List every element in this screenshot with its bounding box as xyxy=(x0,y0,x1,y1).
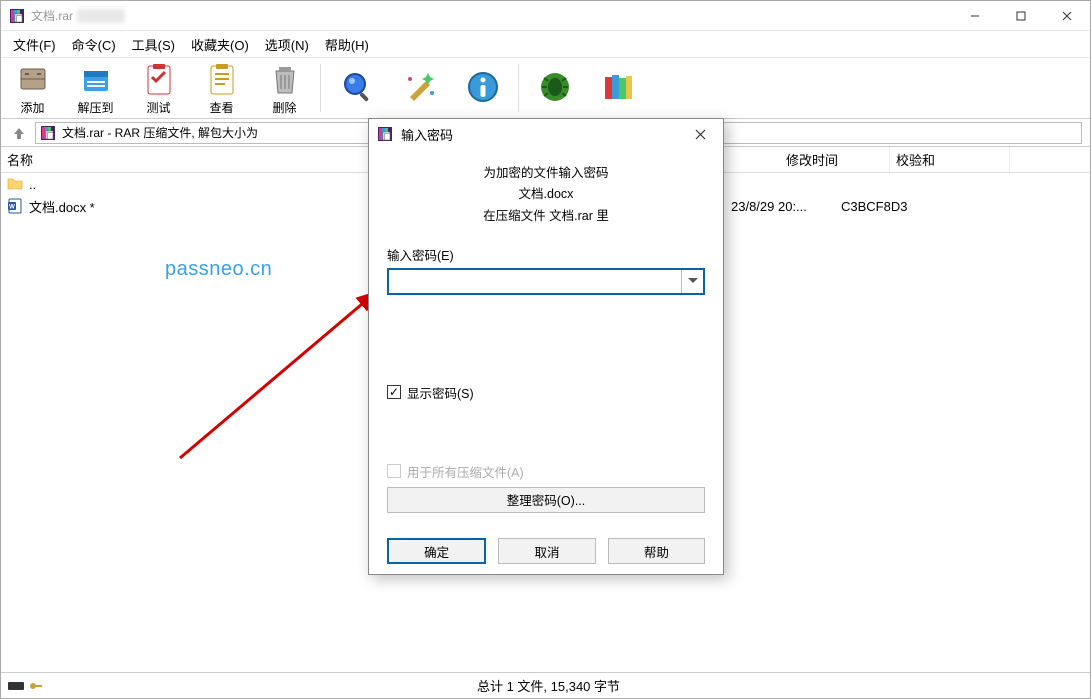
view-icon xyxy=(204,61,240,97)
file-modified: 23/8/29 20:... xyxy=(731,199,807,214)
window-title: 文档.rar xyxy=(31,7,73,24)
password-dropdown-button[interactable] xyxy=(681,270,703,293)
tool-info[interactable] xyxy=(451,57,514,119)
title-blurred xyxy=(77,9,125,23)
tool-view[interactable]: 查看 xyxy=(190,57,253,119)
show-password-label: 显示密码(S) xyxy=(407,383,474,402)
info-icon xyxy=(465,69,501,105)
tool-extract[interactable]: 解压到 xyxy=(64,57,127,119)
tool-comment[interactable] xyxy=(586,57,649,119)
delete-icon xyxy=(267,61,303,97)
dialog-title: 输入密码 xyxy=(401,125,685,144)
all-archives-checkbox: 用于所有压缩文件(A) xyxy=(387,462,705,481)
toolbar-separator xyxy=(320,64,321,112)
dialog-message: 为加密的文件输入密码 文档.docx 在压缩文件 文档.rar 里 xyxy=(387,163,705,227)
checkbox-box: ✓ xyxy=(387,385,401,399)
wizard-icon xyxy=(402,69,438,105)
show-password-checkbox[interactable]: ✓ 显示密码(S) xyxy=(387,383,705,402)
password-label: 输入密码(E) xyxy=(387,245,705,264)
tool-add[interactable]: 添加 xyxy=(1,57,64,119)
status-bar: 总计 1 文件, 15,340 字节 xyxy=(1,672,1090,698)
scan-icon xyxy=(537,69,573,105)
menu-file[interactable]: 文件(F) xyxy=(5,32,64,57)
toolbar-separator xyxy=(518,64,519,112)
minimize-button[interactable] xyxy=(952,1,998,31)
titlebar: 文档.rar xyxy=(1,1,1090,31)
up-button[interactable] xyxy=(9,123,29,143)
all-archives-label: 用于所有压缩文件(A) xyxy=(407,462,524,481)
find-icon xyxy=(339,69,375,105)
tool-view-label: 查看 xyxy=(209,99,233,116)
tool-test-label: 测试 xyxy=(146,99,170,116)
dialog-msg-line3: 在压缩文件 文档.rar 里 xyxy=(387,206,705,227)
docx-icon xyxy=(7,198,23,214)
app-icon xyxy=(377,126,393,142)
close-button[interactable] xyxy=(1044,1,1090,31)
help-button[interactable]: 帮助 xyxy=(608,538,705,564)
menu-tools[interactable]: 工具(S) xyxy=(124,32,183,57)
dialog-msg-line2: 文档.docx xyxy=(387,184,705,205)
menu-options[interactable]: 选项(N) xyxy=(257,32,317,57)
tool-test[interactable]: 测试 xyxy=(127,57,190,119)
dialog-close-button[interactable] xyxy=(685,119,715,149)
cancel-button[interactable]: 取消 xyxy=(498,538,595,564)
add-icon xyxy=(15,61,51,97)
maximize-button[interactable] xyxy=(998,1,1044,31)
tool-find[interactable] xyxy=(325,57,388,119)
dialog-titlebar: 输入密码 xyxy=(369,119,723,149)
app-icon xyxy=(9,8,25,24)
menubar: 文件(F) 命令(C) 工具(S) 收藏夹(O) 选项(N) 帮助(H) xyxy=(1,31,1090,57)
tool-extract-label: 解压到 xyxy=(77,99,113,116)
col-modified[interactable]: 修改时间 xyxy=(780,147,890,172)
tool-delete[interactable]: 删除 xyxy=(253,57,316,119)
col-crc[interactable]: 校验和 xyxy=(890,147,1010,172)
menu-help[interactable]: 帮助(H) xyxy=(317,32,377,57)
status-summary: 总计 1 文件, 15,340 字节 xyxy=(67,676,1030,695)
tool-wizard[interactable] xyxy=(388,57,451,119)
ok-button[interactable]: 确定 xyxy=(387,538,486,564)
archive-icon xyxy=(40,125,56,141)
dialog-msg-line1: 为加密的文件输入密码 xyxy=(387,163,705,184)
password-input[interactable] xyxy=(389,270,681,293)
file-crc: C3BCF8D3 xyxy=(841,199,907,214)
manage-passwords-button[interactable]: 整理密码(O)... xyxy=(387,487,705,513)
tool-delete-label: 删除 xyxy=(272,99,296,116)
menu-command[interactable]: 命令(C) xyxy=(64,32,124,57)
password-dialog: 输入密码 为加密的文件输入密码 文档.docx 在压缩文件 文档.rar 里 输… xyxy=(368,118,724,575)
password-field-wrap xyxy=(387,268,705,295)
file-name: 文档.docx * xyxy=(29,197,377,216)
tool-scan[interactable] xyxy=(523,57,586,119)
status-icons xyxy=(7,678,67,694)
address-text: 文档.rar - RAR 压缩文件, 解包大小为 xyxy=(62,124,258,141)
comment-icon xyxy=(600,69,636,105)
toolbar: 添加 解压到 测试 查看 删除 xyxy=(1,57,1090,119)
extract-icon xyxy=(78,61,114,97)
folder-icon xyxy=(7,176,23,192)
checkbox-box xyxy=(387,464,401,478)
menu-favorites[interactable]: 收藏夹(O) xyxy=(183,32,257,57)
col-name[interactable]: 名称 xyxy=(1,147,371,172)
test-icon xyxy=(141,61,177,97)
watermark: passneo.cn xyxy=(165,258,272,281)
tool-add-label: 添加 xyxy=(20,99,44,116)
file-name: .. xyxy=(29,177,377,192)
